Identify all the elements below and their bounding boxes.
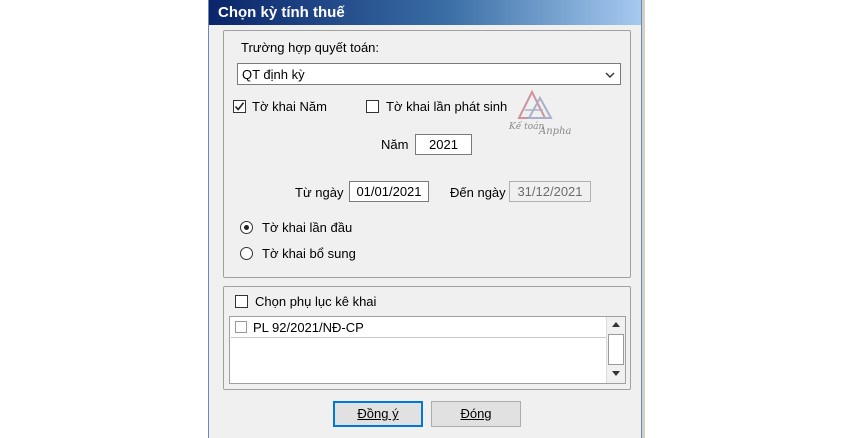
chevron-down-icon [605, 68, 615, 78]
year-label: Năm [381, 137, 409, 152]
scroll-up-arrow-icon [612, 322, 620, 327]
first-declaration-radio[interactable] [240, 221, 253, 234]
supplement-declaration-label: Tờ khai bổ sung [262, 246, 356, 261]
tax-period-dialog: Chọn kỳ tính thuế Trường hợp quyết toán:… [208, 0, 642, 438]
appendix-checkbox[interactable] [235, 295, 248, 308]
background-window-edge [642, 0, 645, 438]
scroll-down-arrow-icon [612, 371, 620, 376]
appendix-group: Chọn phụ lục kê khai PL 92/2021/NĐ-CP [223, 286, 631, 390]
occurrence-declaration-checkbox[interactable] [366, 100, 379, 113]
watermark-text-2: Anpha [539, 126, 572, 137]
radio-selected-dot [244, 225, 249, 230]
close-button-label: Đóng [460, 406, 492, 421]
list-item-checkbox[interactable] [235, 321, 247, 333]
dialog-title: Chọn kỳ tính thuế [218, 4, 345, 21]
first-declaration-label: Tờ khai lần đầu [262, 220, 353, 235]
year-declaration-checkbox[interactable] [233, 100, 246, 113]
list-item[interactable]: PL 92/2021/NĐ-CP [231, 318, 608, 338]
list-scrollbar[interactable] [606, 317, 625, 383]
year-input[interactable]: 2021 [415, 134, 472, 155]
title-bar[interactable]: Chọn kỳ tính thuế [209, 0, 641, 25]
year-declaration-label: Tờ khai Năm [252, 99, 327, 114]
appendix-label: Chọn phụ lục kê khai [255, 294, 377, 309]
checkmark-icon [234, 102, 245, 111]
to-date-input: 31/12/2021 [509, 181, 591, 202]
ok-button-label: Đồng ý [357, 406, 399, 421]
period-group: Trường hợp quyết toán: QT định kỳ Tờ kha… [223, 30, 631, 278]
supplement-declaration-radio[interactable] [240, 247, 253, 260]
ok-button[interactable]: Đồng ý [333, 401, 423, 427]
scroll-thumb[interactable] [608, 334, 624, 365]
occurrence-declaration-label: Tờ khai lần phát sinh [386, 99, 508, 114]
from-date-label: Từ ngày [295, 185, 344, 200]
from-date-input[interactable]: 01/01/2021 [349, 181, 429, 202]
appendix-list[interactable]: PL 92/2021/NĐ-CP [229, 316, 626, 384]
scroll-up-button[interactable] [608, 317, 624, 333]
settlement-selected-value: QT định kỳ [242, 67, 305, 82]
to-date-label: Đến ngày [450, 185, 506, 200]
settlement-label: Trường hợp quyết toán: [241, 40, 380, 55]
close-button[interactable]: Đóng [431, 401, 521, 427]
scroll-down-button[interactable] [608, 366, 624, 382]
list-item-label: PL 92/2021/NĐ-CP [253, 320, 364, 335]
